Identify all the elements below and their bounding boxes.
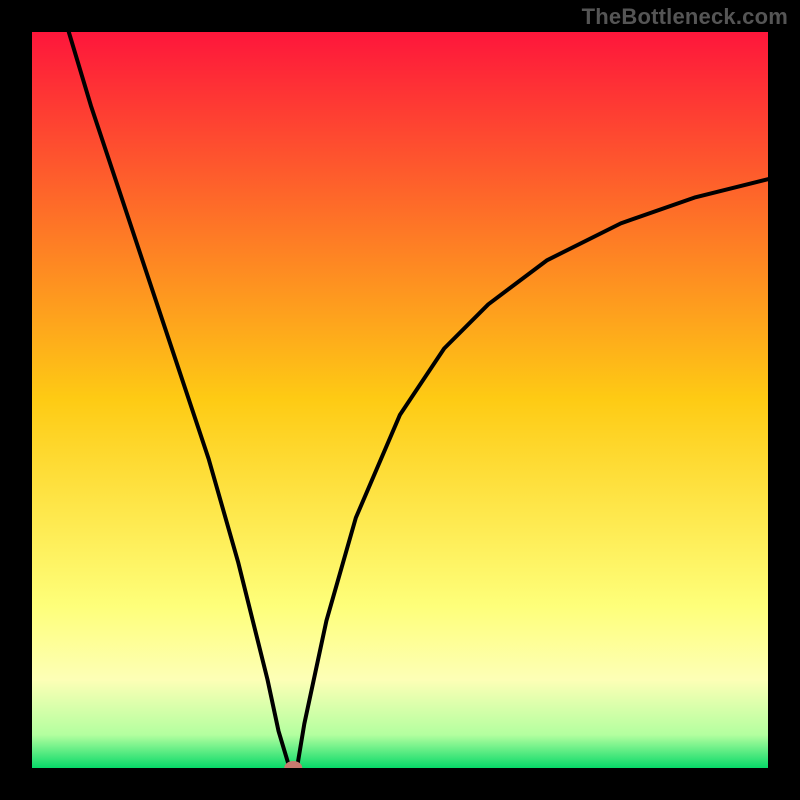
chart-background xyxy=(32,32,768,768)
chart-frame: TheBottleneck.com xyxy=(0,0,800,800)
plot-area xyxy=(32,32,768,768)
chart-svg xyxy=(32,32,768,768)
watermark-text: TheBottleneck.com xyxy=(582,4,788,30)
